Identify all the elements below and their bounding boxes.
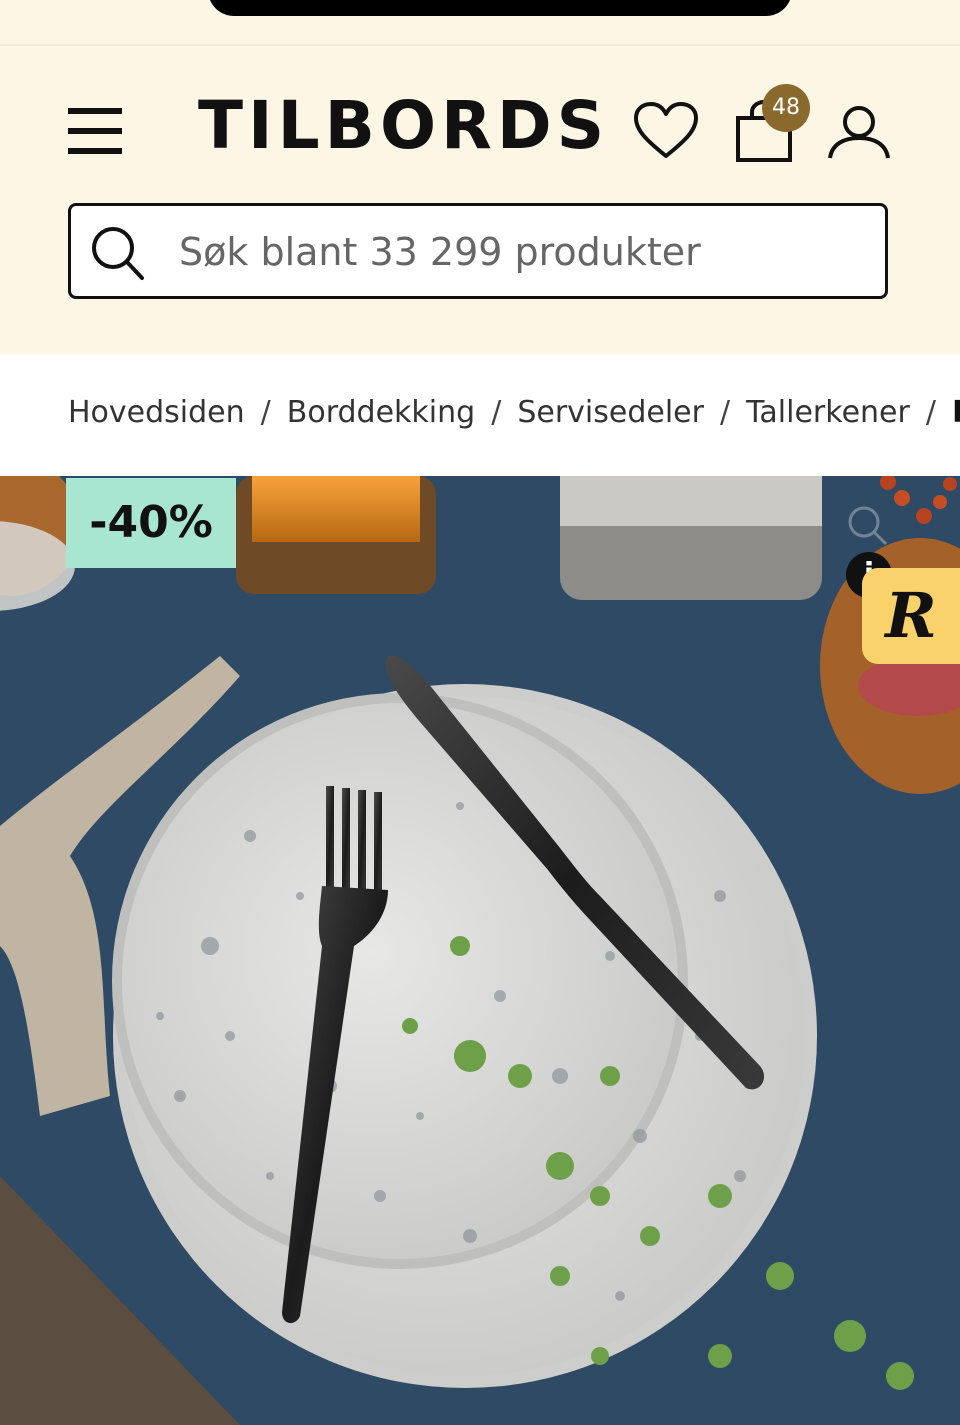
menu-icon bbox=[68, 108, 122, 114]
device-notch bbox=[208, 0, 792, 16]
review-badge[interactable]: R bbox=[862, 568, 960, 664]
breadcrumb-separator: / bbox=[925, 395, 936, 430]
breadcrumb-current: R bbox=[952, 395, 960, 430]
menu-icon bbox=[68, 128, 122, 134]
wishlist-button[interactable] bbox=[632, 100, 700, 162]
breadcrumb-servisedeler[interactable]: Servisedeler bbox=[517, 395, 704, 430]
site-logo[interactable]: TILBORDS bbox=[198, 86, 609, 166]
search-icon bbox=[92, 227, 144, 280]
breadcrumb-tallerkener[interactable]: Tallerkener bbox=[746, 395, 910, 430]
breadcrumb-home[interactable]: Hovedsiden bbox=[68, 395, 245, 430]
menu-icon bbox=[68, 148, 122, 154]
breadcrumb: Hovedsiden / Borddekking / Servisedeler / Tall… bbox=[68, 388, 960, 438]
breadcrumb-separator: / bbox=[719, 395, 731, 430]
breadcrumb-separator: / bbox=[491, 395, 502, 430]
status-bar bbox=[0, 0, 960, 46]
breadcrumb-borddekking[interactable]: Borddekking bbox=[287, 395, 475, 430]
heart-icon bbox=[634, 102, 698, 158]
breadcrumb-separator: / bbox=[260, 395, 271, 430]
product-photo bbox=[0, 476, 960, 1425]
menu-button[interactable] bbox=[68, 108, 124, 156]
discount-badge: -40% bbox=[66, 478, 236, 568]
user-icon bbox=[828, 106, 890, 159]
search-bar[interactable] bbox=[68, 203, 888, 299]
account-button[interactable] bbox=[826, 104, 892, 160]
search-input[interactable] bbox=[177, 220, 871, 284]
cart-count-badge: 48 bbox=[762, 84, 810, 132]
product-image[interactable] bbox=[0, 476, 960, 1425]
